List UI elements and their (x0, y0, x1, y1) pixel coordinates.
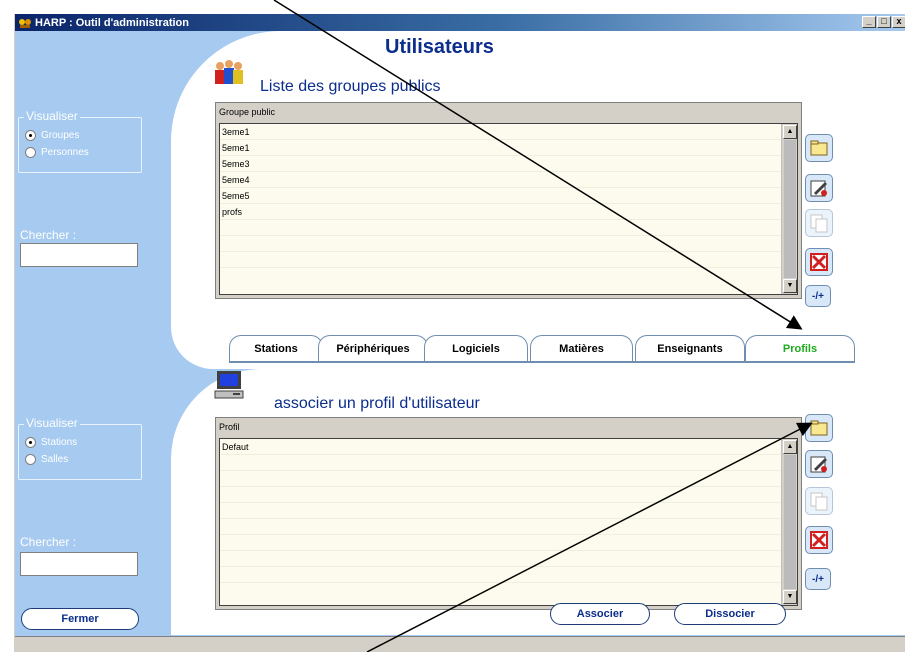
list-item[interactable]: 5eme4 (220, 172, 797, 188)
radio-button[interactable] (25, 437, 36, 448)
scroll-down-icon[interactable]: ▼ (783, 590, 797, 604)
list-item[interactable] (220, 535, 797, 551)
visualiser-label: Visualiser (24, 109, 80, 123)
scroll-up-icon[interactable]: ▲ (783, 125, 797, 139)
list-item[interactable]: 5eme3 (220, 156, 797, 172)
list-item[interactable] (220, 220, 797, 236)
window-title: HARP : Outil d'administration (35, 16, 189, 29)
new-folder-icon (810, 420, 828, 436)
edit-pencil-icon (810, 180, 827, 197)
groups-section-title: Liste des groupes publics (260, 78, 441, 95)
list-item[interactable]: 5eme1 (220, 140, 797, 156)
window-controls: _ □ x (862, 16, 905, 28)
page-title: Utilisateurs (385, 36, 494, 58)
status-bar (15, 636, 905, 652)
edit-pencil-icon (810, 456, 827, 473)
scroll-up-icon[interactable]: ▲ (783, 440, 797, 454)
delete-button-top[interactable] (805, 248, 833, 276)
search-label-bottom: Chercher : (20, 535, 77, 549)
new-button-bottom[interactable] (805, 414, 833, 442)
tab-peripheriques[interactable]: Périphériques (318, 335, 428, 362)
profile-section-title: associer un profil d'utilisateur (274, 395, 480, 412)
app-window: HARP : Outil d'administration _ □ x Util… (14, 14, 905, 652)
copy-disabled-icon (810, 214, 828, 233)
scroll-track[interactable] (784, 455, 796, 589)
search-input-bottom[interactable] (20, 552, 138, 576)
tab-bar-divider (229, 361, 855, 363)
edit-button-bottom[interactable] (805, 450, 833, 478)
profiles-scrollbar[interactable]: ▲ ▼ (781, 439, 797, 605)
list-item[interactable] (220, 519, 797, 535)
radio-label: Stations (41, 437, 78, 448)
groups-list-body[interactable]: 3eme1 5eme1 5eme3 5eme4 5eme5 profs ▲ ▼ (219, 123, 798, 295)
tab-profils[interactable]: Profils (745, 335, 855, 362)
delete-red-x-icon (810, 253, 828, 271)
minimize-button[interactable]: _ (862, 16, 876, 28)
computer-icon (214, 371, 244, 399)
tab-logiciels[interactable]: Logiciels (424, 335, 528, 362)
radio-button[interactable] (25, 130, 36, 141)
list-item[interactable] (220, 252, 797, 268)
tab-stations[interactable]: Stations (229, 335, 323, 362)
list-item[interactable]: profs (220, 204, 797, 220)
groups-list: Groupe public 3eme1 5eme1 5eme3 5eme4 5e… (215, 102, 802, 299)
scroll-down-icon[interactable]: ▼ (783, 279, 797, 293)
tab-enseignants[interactable]: Enseignants (635, 335, 745, 362)
radio-groupes[interactable]: Groupes (25, 130, 79, 141)
list-item[interactable] (220, 567, 797, 583)
list-item[interactable]: Defaut (220, 439, 797, 455)
close-window-button[interactable]: x (892, 16, 905, 28)
list-header-profil[interactable]: Profil (216, 418, 801, 438)
copy-disabled-icon (810, 492, 828, 511)
title-bar[interactable]: HARP : Outil d'administration _ □ x (15, 14, 905, 31)
associer-button[interactable]: Associer (550, 603, 650, 625)
radio-label: Personnes (41, 147, 89, 158)
radio-personnes[interactable]: Personnes (25, 147, 89, 158)
edit-button-top[interactable] (805, 174, 833, 202)
dissocier-button[interactable]: Dissocier (674, 603, 786, 625)
radio-stations[interactable]: Stations (25, 437, 77, 448)
radio-label: Salles (41, 454, 69, 465)
list-item[interactable] (220, 471, 797, 487)
search-input-top[interactable] (20, 243, 138, 267)
visualiser-label: Visualiser (24, 416, 80, 430)
list-header-groupe-public[interactable]: Groupe public (216, 103, 801, 123)
list-item[interactable] (220, 455, 797, 471)
maximize-button[interactable]: □ (877, 16, 891, 28)
app-logo-icon (19, 18, 31, 28)
new-button-top[interactable] (805, 134, 833, 162)
visualiser-groupbox-top: Visualiser Groupes Personnes (18, 109, 142, 173)
list-item[interactable] (220, 503, 797, 519)
visualiser-groupbox-bottom: Visualiser Stations Salles (18, 416, 142, 480)
delete-button-bottom[interactable] (805, 526, 833, 554)
groups-scrollbar[interactable]: ▲ ▼ (781, 124, 797, 294)
radio-label: Groupes (41, 130, 80, 141)
new-folder-icon (810, 140, 828, 156)
plus-minus-button-bottom[interactable]: -/+ (805, 568, 831, 590)
list-item[interactable] (220, 236, 797, 252)
tab-matieres[interactable]: Matières (530, 335, 633, 362)
profiles-list-body[interactable]: Defaut ▲ ▼ (219, 438, 798, 606)
list-item[interactable] (220, 487, 797, 503)
users-group-icon (215, 60, 243, 84)
copy-button-bottom[interactable] (805, 487, 833, 515)
copy-button-top[interactable] (805, 209, 833, 237)
profiles-list: Profil Defaut ▲ ▼ (215, 417, 802, 610)
plus-minus-button-top[interactable]: -/+ (805, 285, 831, 307)
search-label-top: Chercher : (20, 228, 77, 242)
radio-button[interactable] (25, 147, 36, 158)
fermer-button[interactable]: Fermer (21, 608, 139, 630)
list-item[interactable] (220, 551, 797, 567)
scroll-track[interactable] (784, 140, 796, 278)
delete-red-x-icon (810, 531, 828, 549)
radio-salles[interactable]: Salles (25, 454, 68, 465)
radio-button[interactable] (25, 454, 36, 465)
list-item[interactable]: 3eme1 (220, 124, 797, 140)
list-item[interactable]: 5eme5 (220, 188, 797, 204)
